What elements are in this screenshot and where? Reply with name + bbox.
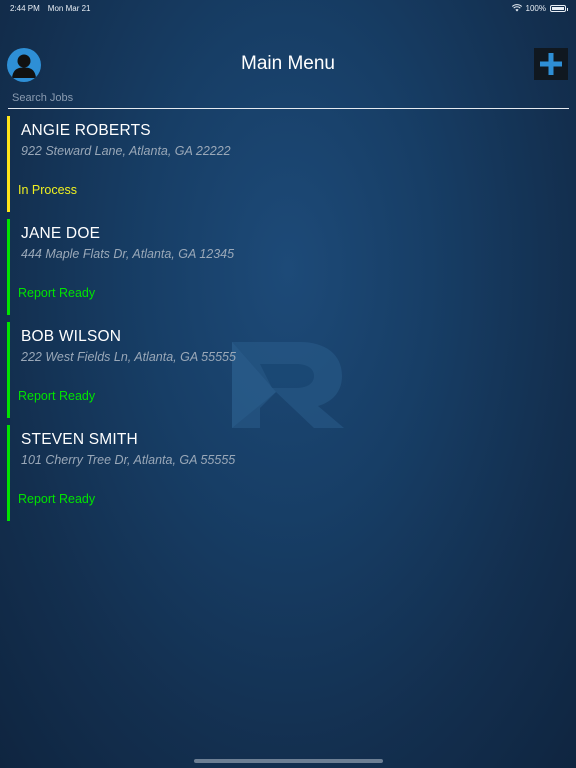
- job-address: 922 Steward Lane, Atlanta, GA 22222: [21, 144, 231, 158]
- job-status: Report Ready: [18, 286, 96, 300]
- job-card[interactable]: BOB WILSON 222 West Fields Ln, Atlanta, …: [7, 322, 567, 418]
- job-status: In Process: [18, 183, 78, 197]
- status-bar: 2:44 PM Mon Mar 21 100%: [0, 0, 576, 16]
- status-time: 2:44 PM: [10, 3, 40, 13]
- search-bar: [8, 88, 569, 109]
- status-date: Mon Mar 21: [47, 3, 91, 13]
- job-name: JANE DOE: [21, 225, 101, 242]
- plus-icon: [540, 53, 562, 75]
- job-status: Report Ready: [18, 492, 96, 506]
- page-title: Main Menu: [241, 53, 335, 74]
- home-indicator[interactable]: [194, 759, 383, 763]
- job-status: Report Ready: [18, 389, 96, 403]
- wifi-icon: [511, 4, 522, 12]
- header: Main Menu: [0, 44, 576, 84]
- battery-icon: [550, 4, 568, 12]
- job-address: 222 West Fields Ln, Atlanta, GA 55555: [21, 350, 236, 364]
- add-job-button[interactable]: [534, 48, 568, 80]
- job-name: BOB WILSON: [21, 328, 122, 345]
- battery-percent: 100%: [525, 3, 546, 13]
- search-input[interactable]: [8, 88, 569, 108]
- job-address: 101 Cherry Tree Dr, Atlanta, GA 55555: [21, 453, 236, 467]
- job-list: ANGIE ROBERTS 922 Steward Lane, Atlanta,…: [7, 116, 567, 528]
- job-name: ANGIE ROBERTS: [21, 122, 151, 139]
- job-address: 444 Maple Flats Dr, Atlanta, GA 12345: [21, 247, 235, 261]
- job-card[interactable]: JANE DOE 444 Maple Flats Dr, Atlanta, GA…: [7, 219, 567, 315]
- job-card[interactable]: STEVEN SMITH 101 Cherry Tree Dr, Atlanta…: [7, 425, 567, 521]
- job-name: STEVEN SMITH: [21, 431, 138, 448]
- job-card[interactable]: ANGIE ROBERTS 922 Steward Lane, Atlanta,…: [7, 116, 567, 212]
